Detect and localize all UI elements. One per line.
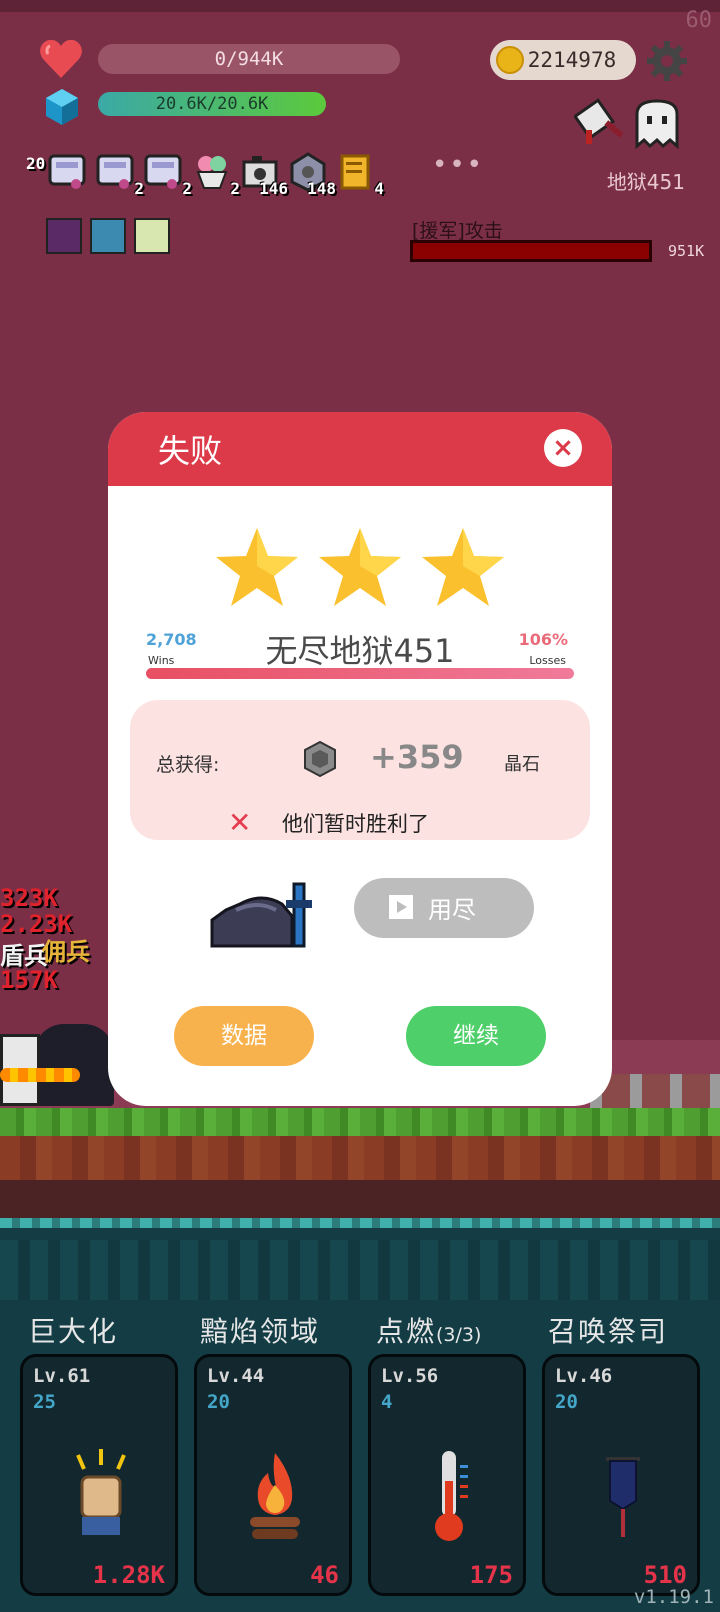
skill-value: 1.28K <box>92 1561 165 1589</box>
ally-attack-bar <box>410 240 652 262</box>
more-items-button[interactable]: ••• <box>432 150 484 180</box>
skill-level: Lv.46 <box>555 1365 613 1387</box>
skill-cost: 20 <box>207 1391 230 1413</box>
campfire-icon <box>250 1453 300 1539</box>
losses-label: Losses <box>529 654 566 667</box>
demon-buff-icon <box>46 218 82 254</box>
mana-gem-icon <box>46 89 78 125</box>
watch-ad-label: 用尽 <box>428 896 476 924</box>
skill-cost: 25 <box>33 1391 56 1413</box>
skill-name: 黯焰领域 <box>200 1315 321 1348</box>
skill-name: 点燃(3/3) <box>376 1315 482 1348</box>
damage-number: 323K <box>0 884 58 912</box>
enemy-sprite <box>34 1024 114 1106</box>
skill-card-dark-flame[interactable]: Lv.44 20 46 <box>194 1354 352 1596</box>
stats-button[interactable]: 数据 <box>174 1006 314 1066</box>
boss-sprite-icon <box>210 882 312 948</box>
scroll-bag-icon[interactable]: 2 <box>142 150 192 198</box>
skill-value: 510 <box>643 1561 687 1589</box>
skill-cost: 20 <box>555 1391 578 1413</box>
star-icon <box>319 528 401 606</box>
skill-value: 46 <box>310 1561 339 1589</box>
fist-icon <box>76 1449 126 1535</box>
hp-text: 0/944K <box>214 48 284 70</box>
skill-card-summon-priest[interactable]: Lv.46 20 510 <box>542 1354 700 1596</box>
skill-value: 175 <box>469 1561 513 1589</box>
skill-card-giant[interactable]: Lv.61 25 1.28K <box>20 1354 178 1596</box>
defeat-message: 他们暂时胜利了 <box>282 812 429 836</box>
top-strip <box>0 0 720 12</box>
camera-icon[interactable]: 146 <box>238 150 288 198</box>
cross-icon: ✕ <box>228 806 252 839</box>
reward-label: 总获得: <box>156 754 220 776</box>
water-edge <box>0 1218 720 1228</box>
skill-name: 巨大化 <box>28 1315 119 1348</box>
fps-counter: 60 <box>685 8 713 33</box>
inventory-left-count: 20 <box>26 154 46 173</box>
scroll-bag-icon[interactable] <box>46 150 90 194</box>
reward-amount: +359 <box>370 738 464 776</box>
leaf-buff-icon <box>134 218 170 254</box>
gear-chip-icon[interactable]: 148 <box>286 150 336 198</box>
star-icon <box>422 528 504 606</box>
cleaver-enemy-icon <box>574 98 624 144</box>
scroll-icon[interactable]: 4 <box>334 150 384 198</box>
thermometer-icon <box>435 1451 468 1541</box>
unit-label: 佣兵 <box>42 938 90 966</box>
star-icon <box>216 528 298 606</box>
skill-level: Lv.61 <box>33 1365 91 1387</box>
scroll-bag-icon[interactable]: 2 <box>94 150 144 198</box>
skill-card-ignite[interactable]: Lv.56 4 175 <box>368 1354 526 1596</box>
damage-number: 157K <box>0 966 58 994</box>
dirt-shadow <box>0 1180 720 1220</box>
crystal-buff-icon <box>90 218 126 254</box>
skill-cost: 4 <box>381 1391 393 1413</box>
defeat-dialog: 失败 × 2,708 Wins 无尽地狱451 106% Losses 总获得:… <box>108 412 612 1106</box>
stage-level-label: 地狱451 <box>606 170 685 194</box>
ghost-enemy-icon <box>635 99 679 150</box>
skill-level: Lv.56 <box>381 1365 439 1387</box>
ally-attack-label: [援军]攻击 <box>412 220 503 242</box>
gear-icon[interactable] <box>646 40 688 82</box>
skill-name: 召唤祭司 <box>548 1315 669 1348</box>
version-label: v1.19.1 <box>633 1586 714 1608</box>
mana-text: 20.6K/20.6K <box>155 94 269 114</box>
skill-level: Lv.44 <box>207 1365 265 1387</box>
losses-value: 106% <box>518 630 568 649</box>
close-button[interactable]: × <box>544 429 582 467</box>
heart-icon <box>40 39 82 78</box>
ground-texture <box>0 1240 720 1300</box>
crystal-icon <box>304 740 336 778</box>
banner-icon <box>606 1457 640 1537</box>
continue-button[interactable]: 继续 <box>406 1006 546 1066</box>
win-loss-bar <box>146 668 574 679</box>
ally-attack-value: 951K <box>668 242 705 260</box>
fire-stream <box>0 1068 80 1082</box>
ice-cream-icon[interactable]: 2 <box>190 150 240 198</box>
dialog-title: 失败 <box>158 432 223 470</box>
reward-unit: 晶石 <box>504 754 540 775</box>
grass <box>0 1108 720 1136</box>
video-icon <box>385 895 417 919</box>
coin-amount: 2214978 <box>527 48 617 72</box>
